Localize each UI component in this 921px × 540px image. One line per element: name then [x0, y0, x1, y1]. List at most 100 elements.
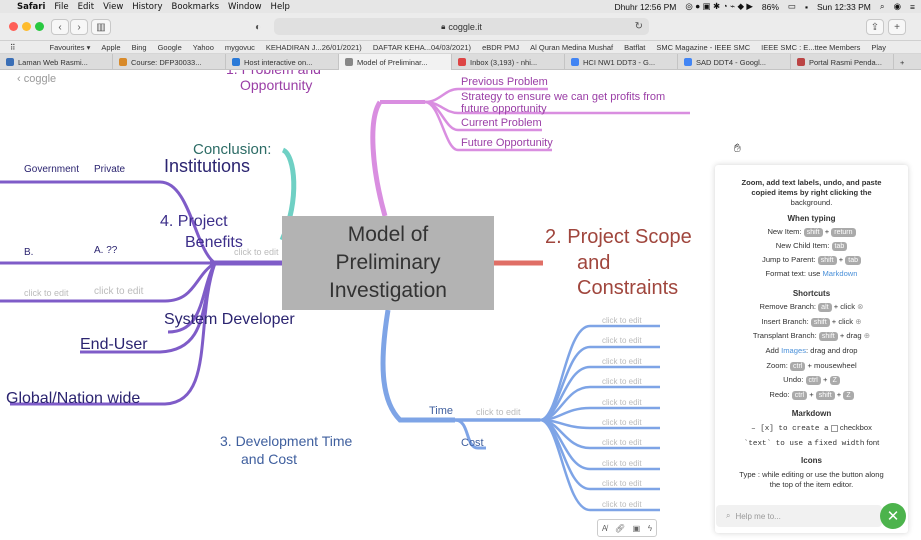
center-line: Model of [347, 223, 429, 246]
key-shift: shift [815, 391, 835, 400]
item-previous-problem[interactable]: Previous Problem [461, 76, 548, 88]
item-time[interactable]: Time [429, 405, 453, 417]
leaf-time-1 [539, 324, 660, 422]
leaf-global [10, 262, 217, 406]
time-leaf[interactable]: click to edit [602, 479, 642, 488]
time-leaf[interactable]: click to edit [602, 316, 642, 325]
help-intro-line1: Zoom, add text labels, undo, and paste [741, 178, 882, 187]
help-icons-line1: Type : while editing or use the button a… [739, 470, 884, 479]
branch4-click[interactable]: click to edit [234, 247, 279, 257]
item-time-click[interactable]: click to edit [476, 407, 521, 417]
leaf-click-left2[interactable]: click to edit [94, 286, 143, 297]
branch3-title-line1[interactable]: 3. Development Time [220, 433, 352, 449]
time-leaf[interactable]: click to edit [602, 500, 642, 509]
help-format-text: Format text: use Markdown [765, 269, 858, 278]
leaf-b-label[interactable]: B. [24, 247, 33, 258]
help-icons-line2: the top of the item editor. [769, 480, 854, 489]
images-link[interactable]: Images [781, 346, 806, 355]
branch2-title-line2[interactable]: and [577, 252, 610, 275]
remove-icon: ⊗ [857, 302, 864, 311]
insert-icon: ⊕ [855, 317, 862, 326]
item-strategy-line2[interactable]: future opportunity [461, 103, 547, 115]
help-placeholder: Help me to... [735, 511, 781, 521]
help-add-images: Add Images: drag and drop [765, 346, 858, 355]
item-editor-toolbar: A̸ 🔗︎ ▣ ϟ [597, 519, 657, 537]
key-alt: alt [818, 303, 832, 312]
conclusion-line2[interactable]: Institutions [164, 156, 250, 177]
branch-problem [370, 100, 388, 217]
branch2-title-line1[interactable]: 2. Project Scope [545, 226, 692, 249]
leaf-government[interactable]: Government [24, 164, 79, 175]
item-future-opportunity[interactable]: Future Opportunity [461, 137, 553, 149]
key-shift: shift [817, 256, 837, 265]
transplant-icon: ⊕ [863, 331, 871, 340]
center-line: Investigation [329, 279, 447, 302]
search-icon: ⌕ [726, 511, 731, 520]
branch4-title-line1[interactable]: 4. Project [160, 213, 228, 231]
help-jump-parent: Jump to Parent: shift + tab [715, 255, 908, 265]
key-shift: shift [810, 318, 830, 327]
link-icon[interactable]: 🔗︎ [615, 524, 625, 533]
help-new-child: New Child Item: tab [715, 241, 908, 251]
leaf-private[interactable]: Private [94, 164, 125, 175]
leaf-global-label[interactable]: Global/Nation wide [6, 390, 140, 408]
help-intro-line3: background. [790, 198, 833, 207]
markdown-link[interactable]: Markdown [822, 269, 857, 278]
time-leaf[interactable]: click to edit [602, 357, 642, 366]
central-node[interactable]: Model of Preliminary Investigation [282, 216, 494, 310]
leaf-click-left1[interactable]: click to edit [24, 288, 69, 298]
help-search-input[interactable]: ⌕ Help me to... [716, 505, 882, 527]
time-leaf[interactable]: click to edit [602, 418, 642, 427]
key-return: return [831, 228, 856, 237]
help-shortcuts-title: Shortcuts [792, 289, 831, 298]
leaf-a-label[interactable]: A. ?? [94, 245, 117, 256]
key-ctrl: ctrl [791, 391, 808, 400]
leaf-system-developer[interactable]: System Developer [164, 311, 295, 329]
key-shift: shift [818, 332, 838, 341]
help-remove-branch: Remove Branch: alt + click ⊗ [759, 302, 864, 312]
key-tab: tab [831, 242, 848, 251]
center-line: Preliminary [335, 251, 441, 274]
branch-dev-time [380, 309, 455, 423]
help-transplant-branch: Transplant Branch: shift + drag ⊕ [752, 331, 871, 341]
key-shift: shift [803, 228, 823, 237]
help-icons-title: Icons [801, 456, 822, 465]
leaf-end-user-label[interactable]: End-User [80, 336, 148, 354]
time-leaf[interactable]: click to edit [602, 336, 642, 345]
help-undo: Undo: ctrl + Z [715, 375, 908, 385]
branch3-title-line2[interactable]: and Cost [241, 451, 297, 467]
checkbox-icon [830, 424, 838, 432]
help-redo: Redo: ctrl + shift + Z [715, 390, 908, 400]
help-md-fixed: `text` to use a fixed width font [743, 438, 880, 448]
close-icon: ✕ [886, 508, 900, 525]
time-leaf[interactable]: click to edit [602, 377, 642, 386]
help-md-checkbox: – [x] to create a checkbox [751, 423, 872, 433]
time-leaf[interactable]: click to edit [602, 398, 642, 407]
help-panel: Zoom, add text labels, undo, and paste c… [715, 165, 908, 533]
coggle-logo[interactable]: ‹ coggle [17, 73, 56, 85]
image-icon[interactable]: ▣ [633, 524, 641, 533]
lightning-icon[interactable]: ϟ [648, 524, 652, 533]
help-markdown-title: Markdown [791, 409, 832, 418]
help-new-item: New Item: shift + return [715, 227, 908, 237]
text-format-icon[interactable]: A̸ [602, 524, 607, 533]
item-cost[interactable]: Cost [461, 437, 484, 449]
branch1-title[interactable]: Opportunity [240, 77, 312, 93]
key-tab: tab [845, 256, 861, 265]
key-z: Z [843, 391, 854, 400]
item-current-problem[interactable]: Current Problem [461, 117, 542, 129]
time-leaf[interactable]: click to edit [602, 459, 642, 468]
help-intro-line2: copied items by right clicking the [751, 188, 872, 197]
key-ctrl: ctrl [805, 376, 821, 385]
hand-cursor-icon: ✋︎ [734, 141, 741, 155]
item-strategy-line1[interactable]: Strategy to ensure we can get profits fr… [461, 91, 665, 103]
time-leaf[interactable]: click to edit [602, 438, 642, 447]
help-typing-title: When typing [787, 214, 836, 223]
key-ctrl: ctrl [790, 362, 806, 371]
help-insert-branch: Insert Branch: shift + click ⊕ [761, 317, 862, 327]
help-toggle-button[interactable]: ✕ [880, 503, 906, 529]
safari-window: Safari File Edit View History Bookmarks … [0, 0, 921, 540]
leaf-time-6 [539, 418, 660, 430]
key-z: Z [829, 376, 840, 385]
branch2-title-line3[interactable]: Constraints [577, 277, 678, 300]
